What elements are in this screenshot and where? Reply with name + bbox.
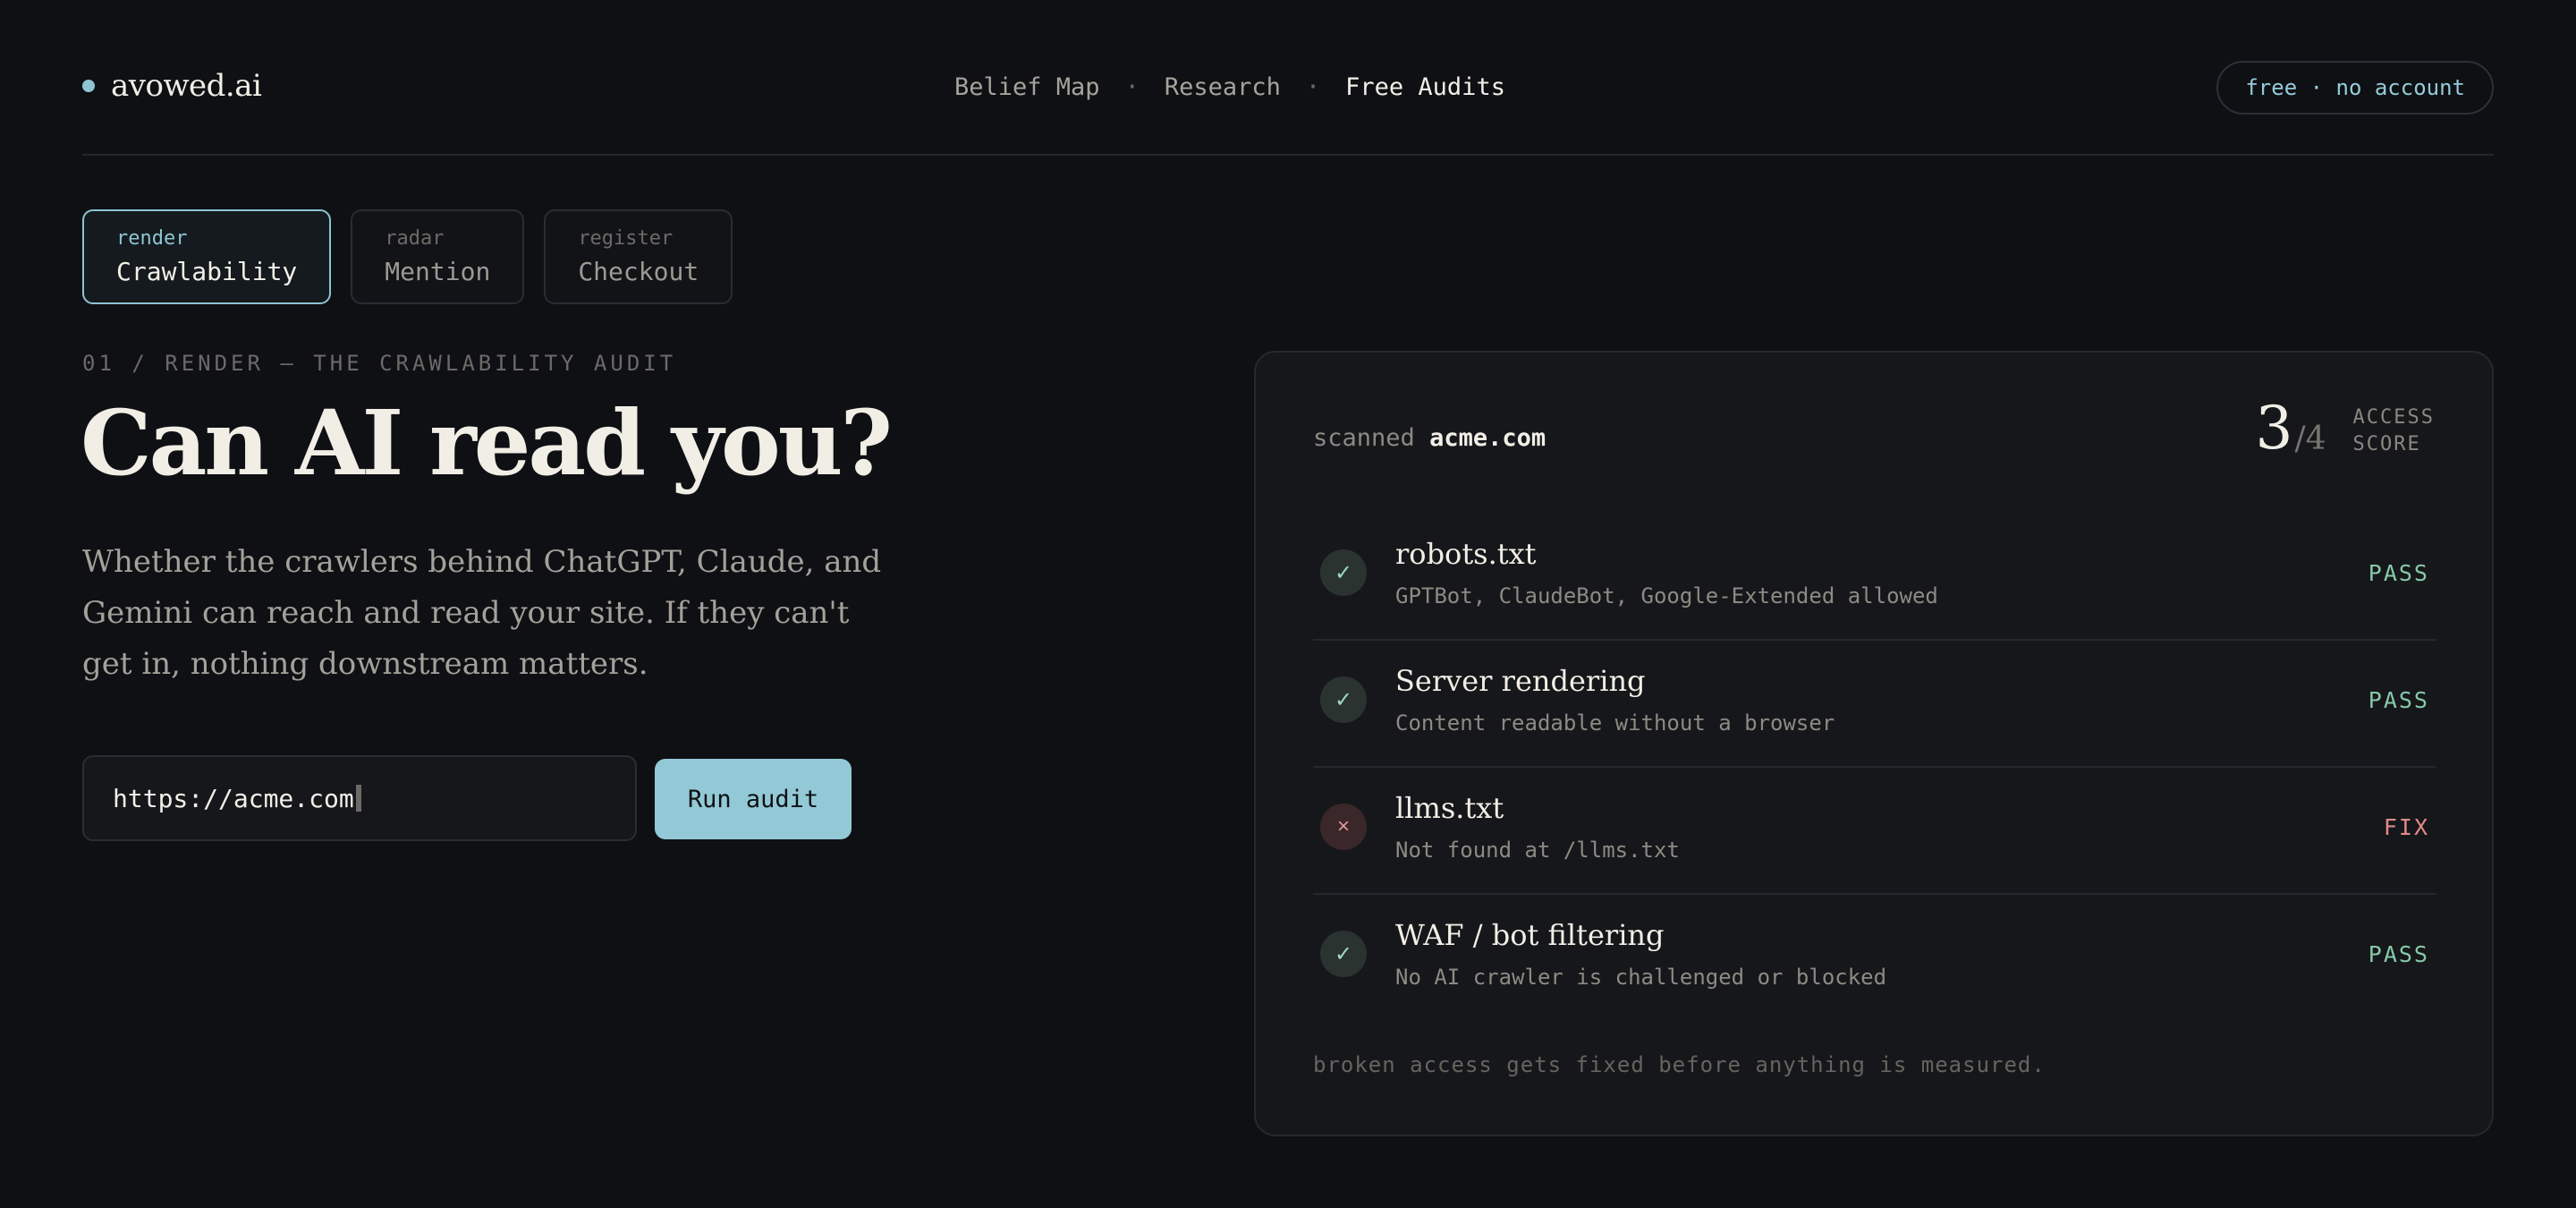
text-caret bbox=[355, 785, 361, 812]
run-audit-button[interactable]: Run audit bbox=[655, 759, 852, 839]
nav-belief-map[interactable]: Belief Map bbox=[954, 73, 1100, 101]
tab-checkout[interactable]: register Checkout bbox=[544, 209, 733, 304]
check-title: WAF / bot filtering bbox=[1395, 918, 1665, 952]
audit-tabs: render Crawlability radar Mention regist… bbox=[82, 209, 733, 304]
status-badge: PASS bbox=[2368, 687, 2429, 713]
tab-kicker: render bbox=[116, 227, 188, 250]
checks-list: ✓ robots.txt GPTBot, ClaudeBot, Google-E… bbox=[1313, 514, 2436, 1022]
brand-logo[interactable]: avowed.ai bbox=[82, 68, 262, 104]
main-nav: Belief Map · Research · Free Audits bbox=[954, 73, 1505, 101]
nav-separator: · bbox=[1305, 73, 1321, 101]
free-no-account-badge: free · no account bbox=[2216, 61, 2494, 115]
brand-name: avowed.ai bbox=[111, 68, 262, 104]
tab-label: Crawlability bbox=[116, 257, 298, 286]
tab-mention[interactable]: radar Mention bbox=[351, 209, 525, 304]
url-input[interactable]: https://acme.com bbox=[82, 755, 637, 841]
scanned-label: scanned bbox=[1313, 424, 1415, 452]
status-badge: PASS bbox=[2368, 941, 2429, 967]
score-label: ACCESS SCORE bbox=[2353, 404, 2435, 458]
score-label-line: SCORE bbox=[2352, 433, 2421, 455]
status-badge: PASS bbox=[2368, 560, 2429, 586]
score-total: /4 bbox=[2294, 421, 2326, 457]
hero-description: Whether the crawlers behind ChatGPT, Cla… bbox=[82, 544, 882, 682]
url-input-value: https://acme.com bbox=[113, 783, 354, 813]
nav-free-audits[interactable]: Free Audits bbox=[1345, 73, 1505, 101]
scanned-domain: scanned acme.com bbox=[1313, 424, 1546, 452]
tab-label: Checkout bbox=[578, 257, 699, 286]
page-title: Can AI read you? bbox=[80, 390, 893, 496]
card-footnote: broken access gets fixed before anything… bbox=[1313, 1052, 2046, 1077]
score-value: 3 bbox=[2255, 394, 2293, 463]
check-title: Server rendering bbox=[1395, 664, 1646, 698]
x-icon: × bbox=[1320, 804, 1367, 850]
check-row-waf: ✓ WAF / bot filtering No AI crawler is c… bbox=[1313, 895, 2436, 1022]
check-title: robots.txt bbox=[1395, 537, 1537, 571]
tab-label: Mention bbox=[385, 257, 491, 286]
check-description: Not found at /llms.txt bbox=[1395, 838, 1680, 863]
brand-dot-icon bbox=[82, 80, 95, 92]
status-badge: FIX bbox=[2383, 814, 2429, 840]
tab-crawlability[interactable]: render Crawlability bbox=[82, 209, 332, 304]
check-row-llms: × llms.txt Not found at /llms.txt FIX bbox=[1313, 768, 2436, 895]
section-eyebrow: 01 / RENDER — THE CRAWLABILITY AUDIT bbox=[82, 351, 677, 376]
check-description: No AI crawler is challenged or blocked bbox=[1395, 965, 1887, 990]
check-row-server-rendering: ✓ Server rendering Content readable with… bbox=[1313, 641, 2436, 768]
check-icon: ✓ bbox=[1320, 676, 1367, 723]
access-score: 3 /4 ACCESS SCORE bbox=[2255, 399, 2435, 458]
nav-research[interactable]: Research bbox=[1165, 73, 1281, 101]
check-title: llms.txt bbox=[1395, 791, 1504, 825]
tab-kicker: register bbox=[578, 227, 674, 250]
check-icon: ✓ bbox=[1320, 549, 1367, 596]
nav-separator: · bbox=[1124, 73, 1140, 101]
audit-results-card: scanned acme.com 3 /4 ACCESS SCORE ✓ rob… bbox=[1254, 351, 2494, 1136]
check-icon: ✓ bbox=[1320, 931, 1367, 977]
check-description: Content readable without a browser bbox=[1395, 710, 1835, 736]
score-label-line: ACCESS bbox=[2352, 406, 2435, 429]
tab-kicker: radar bbox=[385, 227, 445, 250]
scanned-host: acme.com bbox=[1429, 424, 1546, 452]
site-header: avowed.ai Belief Map · Research · Free A… bbox=[82, 54, 2494, 156]
check-row-robots: ✓ robots.txt GPTBot, ClaudeBot, Google-E… bbox=[1313, 514, 2436, 641]
check-description: GPTBot, ClaudeBot, Google-Extended allow… bbox=[1395, 583, 1938, 608]
